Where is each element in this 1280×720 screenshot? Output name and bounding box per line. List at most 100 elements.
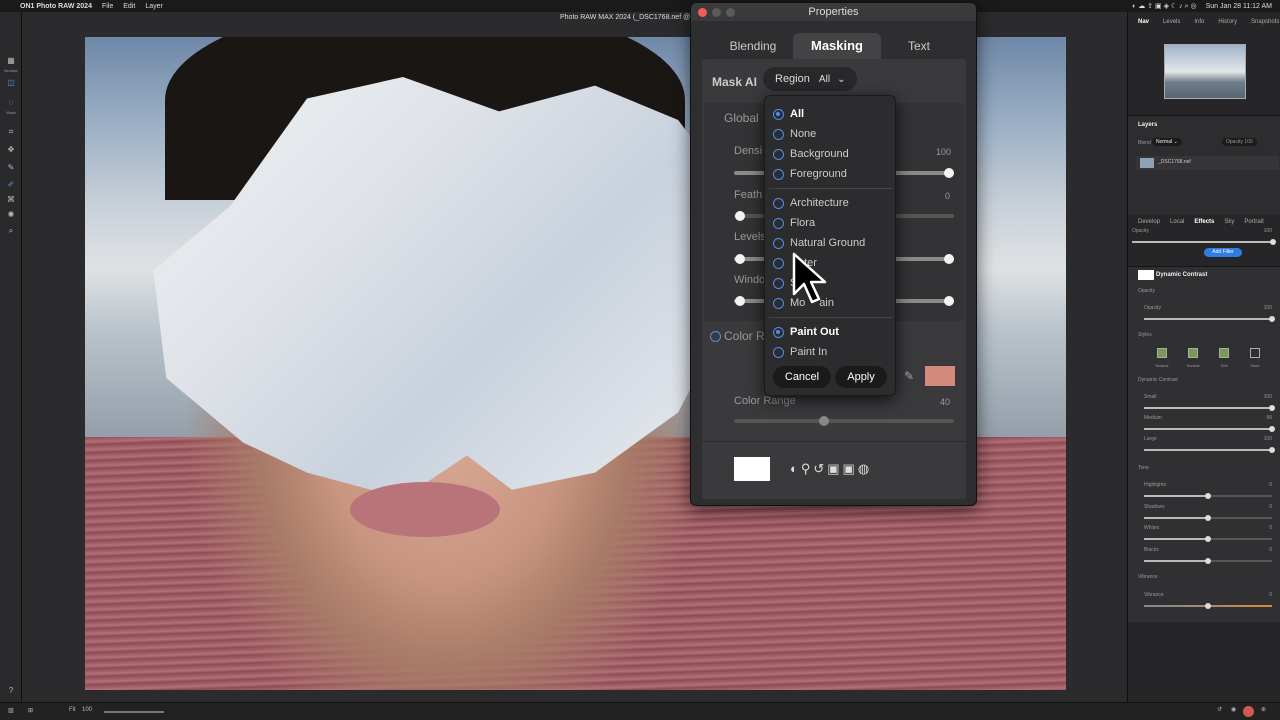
slider-knob[interactable] <box>1269 405 1275 411</box>
style-more-button[interactable] <box>1250 348 1260 358</box>
add-filter-button[interactable]: Add Filter <box>1204 248 1242 257</box>
tab-info[interactable]: Info <box>1194 19 1204 25</box>
color-range-knob[interactable] <box>819 416 829 426</box>
retouch-icon[interactable]: ⌘ <box>5 195 17 205</box>
mask-brush-icon[interactable]: ✐ <box>5 180 17 190</box>
option-architecture[interactable]: Architecture <box>773 195 849 211</box>
undo-icon[interactable]: ↺ <box>1217 706 1222 713</box>
preview-icon[interactable]: ◉ <box>1231 706 1236 713</box>
slider-knob[interactable] <box>1205 536 1211 542</box>
vibrance-knob[interactable] <box>1205 603 1211 609</box>
eyedropper-icon[interactable]: ✎ <box>904 369 914 383</box>
panel-toggle-icon[interactable]: ▥ <box>8 707 14 714</box>
tone-whites-slider[interactable] <box>1144 536 1272 542</box>
tab-text[interactable]: Text <box>896 33 942 59</box>
style-natural-button[interactable] <box>1157 348 1167 358</box>
slider-fill <box>1144 495 1208 497</box>
layer-opacity-field[interactable]: Opacity 100 <box>1222 138 1257 146</box>
slider-knob[interactable] <box>1205 493 1211 499</box>
dc-small-slider[interactable] <box>1144 405 1275 411</box>
tone-highlights-slider[interactable] <box>1144 493 1272 499</box>
cancel-button[interactable]: Cancel <box>773 366 831 388</box>
transform-icon[interactable]: ✥ <box>5 145 17 155</box>
tab-develop[interactable]: Develop <box>1138 219 1160 225</box>
option-background[interactable]: Background <box>773 146 849 162</box>
properties-titlebar[interactable]: Properties <box>691 3 976 21</box>
slider-knob[interactable] <box>1205 557 1211 564</box>
mask-tools-icons[interactable]: ◐⚲↺▣▣◍ <box>790 461 872 477</box>
tab-sky[interactable]: Sky <box>1224 219 1234 225</box>
slider-knob[interactable] <box>1205 514 1211 521</box>
option-flora[interactable]: Flora <box>773 215 815 231</box>
levels-white-knob[interactable] <box>944 254 954 264</box>
navigator-thumbnail[interactable] <box>1164 44 1246 99</box>
option-paint-out[interactable]: Paint Out <box>773 324 839 340</box>
density-value: 100 <box>936 147 952 157</box>
tab-portrait[interactable]: Portrait <box>1244 219 1263 225</box>
window-white-knob[interactable] <box>944 296 954 306</box>
vibrance-slider[interactable] <box>1144 603 1272 609</box>
status-icons: ◐ ☁ ⇪ ▣ ◈ ☾ ♪ ⌕ ◎ <box>1132 2 1197 10</box>
feather-knob[interactable] <box>735 211 745 221</box>
zoom-icon[interactable]: ⌕ <box>5 226 17 236</box>
browse-icon[interactable]: ▦ <box>5 56 17 66</box>
zoom-slider[interactable] <box>104 711 164 713</box>
slider-knob[interactable] <box>1269 447 1275 453</box>
dc-large-slider[interactable] <box>1144 447 1275 453</box>
close-button[interactable] <box>698 8 707 17</box>
tab-effects[interactable]: Effects <box>1194 219 1214 225</box>
menu-file[interactable]: File <box>102 3 113 10</box>
crop-icon[interactable]: ⌗ <box>5 127 17 137</box>
fit-label[interactable]: Fit <box>69 707 76 713</box>
slider-knob[interactable] <box>1269 426 1275 432</box>
tab-masking[interactable]: Masking <box>793 33 881 59</box>
tab-local[interactable]: Local <box>1170 219 1184 225</box>
tone-blacks-slider[interactable] <box>1144 557 1272 564</box>
clone-icon[interactable]: ✺ <box>5 210 17 220</box>
effects-opacity-slider[interactable] <box>1132 239 1276 245</box>
mask-tool-icon[interactable]: ◌ <box>5 98 17 108</box>
tab-history[interactable]: History <box>1218 19 1237 25</box>
window-black-knob[interactable] <box>735 296 745 306</box>
edit-icon[interactable]: ◫ <box>5 78 17 88</box>
help-icon[interactable]: ? <box>5 686 17 696</box>
compare-icon[interactable]: ⊞ <box>28 707 33 714</box>
filter-opacity-knob[interactable] <box>1269 316 1275 322</box>
color-range-radio[interactable] <box>710 331 721 342</box>
color-swatch[interactable] <box>925 366 955 386</box>
zoom-button[interactable] <box>726 8 735 17</box>
option-foreground[interactable]: Foreground <box>773 166 847 182</box>
tab-snapshots[interactable]: Snapshots <box>1251 19 1279 25</box>
brush-icon[interactable]: ✎ <box>5 163 17 173</box>
region-select[interactable]: Region All ⌄ <box>763 67 857 91</box>
color-range-slider[interactable] <box>734 419 954 423</box>
style-soft-button[interactable] <box>1219 348 1229 358</box>
zoom-value[interactable]: 100 <box>82 707 92 713</box>
layer-opacity-value: 100 <box>1244 139 1253 145</box>
filter-opacity-slider[interactable] <box>1144 316 1275 322</box>
minimize-button[interactable] <box>712 8 721 17</box>
app-name-menu[interactable]: ON1 Photo RAW 2024 <box>20 3 92 10</box>
tone-blacks-value: 0 <box>1269 546 1272 553</box>
mask-thumbnail[interactable] <box>734 457 770 481</box>
levels-black-knob[interactable] <box>735 254 745 264</box>
tab-levels[interactable]: Levels <box>1163 19 1180 25</box>
blend-select[interactable]: Normal ⌄ <box>1152 138 1182 146</box>
export-icon[interactable]: ⊕ <box>1261 706 1266 713</box>
mask-overlay-toggle[interactable] <box>1243 706 1254 717</box>
style-surreal-button[interactable] <box>1188 348 1198 358</box>
density-knob[interactable] <box>944 168 954 178</box>
effects-opacity-knob[interactable] <box>1270 239 1276 245</box>
dc-medium-slider[interactable] <box>1144 426 1275 432</box>
tone-shadows-slider[interactable] <box>1144 514 1272 521</box>
apply-button[interactable]: Apply <box>835 366 887 388</box>
option-natural-ground[interactable]: Natural Ground <box>773 235 865 251</box>
option-paint-in[interactable]: Paint In <box>773 344 827 360</box>
menu-layer[interactable]: Layer <box>145 3 163 10</box>
tab-blending[interactable]: Blending <box>721 33 785 59</box>
menu-edit[interactable]: Edit <box>123 3 135 10</box>
option-none[interactable]: None <box>773 126 816 142</box>
option-all[interactable]: All <box>773 106 804 122</box>
layer-row[interactable]: _DSC1768.nef <box>1136 156 1279 170</box>
tab-nav[interactable]: Nav <box>1138 19 1149 25</box>
